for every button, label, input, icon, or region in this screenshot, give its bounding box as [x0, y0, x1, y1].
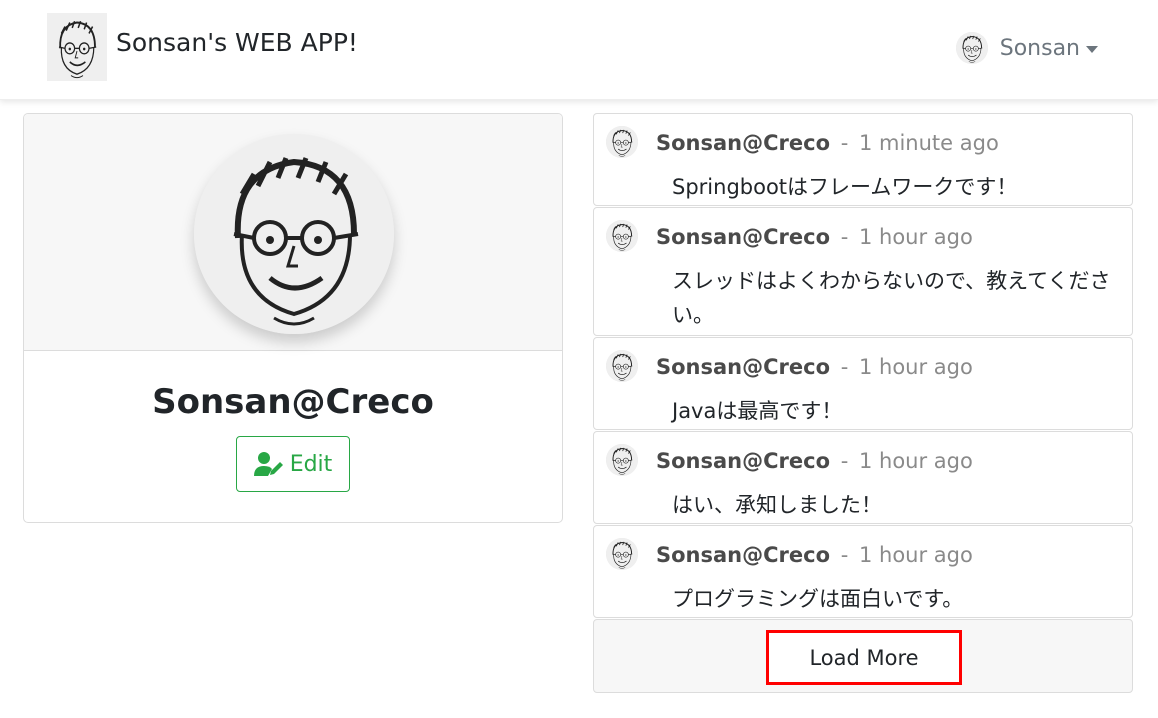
post-item: Sonsan@Creco - 1 minute ago Springbootはフ…	[593, 113, 1133, 206]
post-time: 1 hour ago	[858, 355, 973, 379]
user-menu-dropdown[interactable]: Sonsan	[955, 30, 1098, 66]
profile-name: Sonsan@Creco	[152, 382, 434, 422]
post-body: Springbootはフレームワークです！	[672, 175, 1018, 199]
post-author[interactable]: Sonsan@Creco	[656, 543, 830, 567]
post-separator: -	[840, 543, 849, 567]
post-avatar-icon	[606, 538, 638, 570]
navbar: Sonsan's WEB APP! Sonsan	[0, 0, 1158, 100]
post-time: 1 hour ago	[858, 225, 973, 249]
post-separator: -	[840, 225, 849, 249]
post-item: Sonsan@Creco - 1 hour ago プログラミングは面白いです。	[593, 525, 1133, 618]
user-edit-icon	[253, 452, 283, 476]
post-avatar-icon	[606, 444, 638, 476]
edit-profile-button[interactable]: Edit	[236, 436, 350, 492]
profile-avatar	[194, 134, 394, 334]
post-author[interactable]: Sonsan@Creco	[656, 355, 830, 379]
edit-label: Edit	[289, 451, 333, 477]
post-meta: Sonsan@Creco - 1 hour ago	[656, 543, 973, 567]
post-item: Sonsan@Creco - 1 hour ago Javaは最高です！	[593, 337, 1133, 430]
post-item: Sonsan@Creco - 1 hour ago はい、承知しました！	[593, 431, 1133, 524]
post-author[interactable]: Sonsan@Creco	[656, 225, 830, 249]
post-separator: -	[840, 131, 849, 155]
post-item: Sonsan@Creco - 1 hour ago スレッドはよくわからないので…	[593, 207, 1133, 336]
post-meta: Sonsan@Creco - 1 hour ago	[656, 449, 973, 473]
user-menu-label: Sonsan	[999, 35, 1080, 61]
post-body: はい、承知しました！	[672, 493, 882, 517]
post-meta: Sonsan@Creco - 1 minute ago	[656, 131, 999, 155]
load-more-button[interactable]: Load More	[766, 630, 962, 685]
post-body: プログラミングは面白いです。	[672, 587, 964, 611]
post-body: Javaは最高です！	[672, 399, 843, 423]
post-separator: -	[840, 355, 849, 379]
post-avatar-icon	[606, 220, 638, 252]
load-more-footer: Load More	[593, 619, 1133, 693]
post-avatar-icon	[606, 126, 638, 158]
post-time: 1 hour ago	[858, 449, 973, 473]
post-time: 1 minute ago	[858, 131, 999, 155]
brand-title[interactable]: Sonsan's WEB APP!	[116, 28, 358, 57]
post-separator: -	[840, 449, 849, 473]
user-avatar-icon	[955, 32, 988, 64]
chevron-down-icon	[1086, 45, 1098, 53]
post-body: スレッドはよくわからないので、教えてください。	[672, 269, 1111, 327]
post-avatar-icon	[606, 350, 638, 382]
profile-card: Sonsan@Creco Edit	[23, 113, 563, 523]
profile-header	[24, 114, 562, 351]
post-author[interactable]: Sonsan@Creco	[656, 131, 830, 155]
post-meta: Sonsan@Creco - 1 hour ago	[656, 225, 973, 249]
post-time: 1 hour ago	[858, 543, 973, 567]
post-meta: Sonsan@Creco - 1 hour ago	[656, 355, 973, 379]
post-author[interactable]: Sonsan@Creco	[656, 449, 830, 473]
brand-logo-icon[interactable]	[47, 13, 107, 81]
